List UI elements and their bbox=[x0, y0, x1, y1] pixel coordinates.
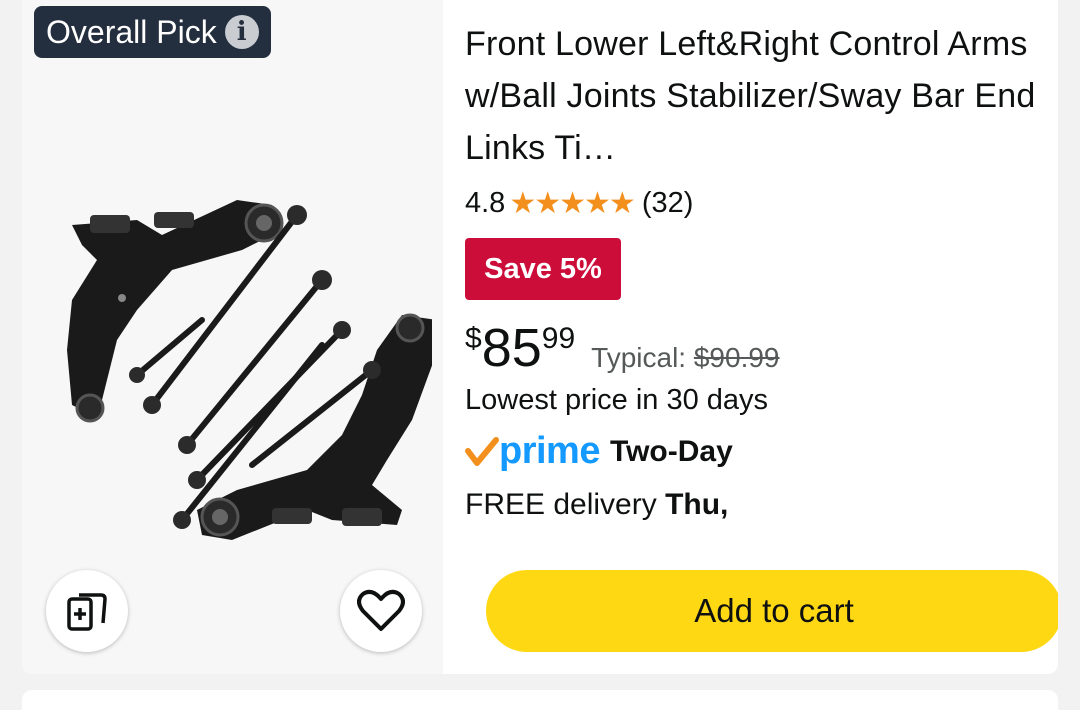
shipping-speed: Two-Day bbox=[609, 434, 733, 468]
product-image-panel[interactable]: Overall Pick i bbox=[22, 0, 443, 674]
star-rating-icon: ★★★★★ bbox=[509, 187, 635, 220]
price-symbol: $ bbox=[465, 322, 482, 355]
control-arm-left bbox=[67, 200, 284, 423]
prime-shipping: prime Two-Day bbox=[465, 430, 733, 473]
review-count[interactable]: (32) bbox=[642, 187, 694, 220]
wishlist-button[interactable] bbox=[340, 570, 422, 652]
save-badge: Save 5% bbox=[465, 238, 621, 300]
delivery-day: Thu, bbox=[665, 488, 729, 521]
delivery-prefix: FREE delivery bbox=[465, 488, 657, 521]
typical-price: Typical: $90.99 bbox=[591, 342, 779, 374]
info-icon[interactable]: i bbox=[224, 15, 259, 49]
typical-label: Typical: bbox=[591, 342, 687, 373]
price-whole: 85 bbox=[481, 318, 542, 378]
rating-value: 4.8 bbox=[465, 187, 506, 219]
delivery-info: FREE delivery Thu, bbox=[465, 488, 728, 522]
prime-logo: prime bbox=[499, 430, 600, 472]
lowest-price-note: Lowest price in 30 days bbox=[465, 384, 769, 416]
badge-label: Overall Pick bbox=[46, 13, 217, 50]
product-card[interactable]: Overall Pick i Front Lower Left&Right Co… bbox=[22, 0, 1058, 674]
typical-price-value: $90.99 bbox=[693, 342, 780, 373]
product-image[interactable] bbox=[42, 190, 432, 550]
product-title[interactable]: Front Lower Left&Right Control Arms w/Ba… bbox=[465, 18, 1040, 174]
prime-check-icon bbox=[465, 436, 499, 466]
rating-row[interactable]: 4.8 ★★★★★ (32) bbox=[465, 186, 693, 221]
heart-icon bbox=[357, 589, 405, 631]
price-fraction: 99 bbox=[541, 322, 576, 355]
add-to-cart-button[interactable]: Add to cart bbox=[486, 570, 1058, 652]
next-product-card bbox=[22, 690, 1058, 710]
price: $ 85 99 Typical: $90.99 bbox=[465, 318, 780, 378]
overall-pick-badge: Overall Pick i bbox=[34, 6, 271, 58]
compare-add-icon bbox=[67, 593, 107, 631]
control-arm-right bbox=[197, 313, 432, 540]
compare-button[interactable] bbox=[46, 570, 128, 652]
